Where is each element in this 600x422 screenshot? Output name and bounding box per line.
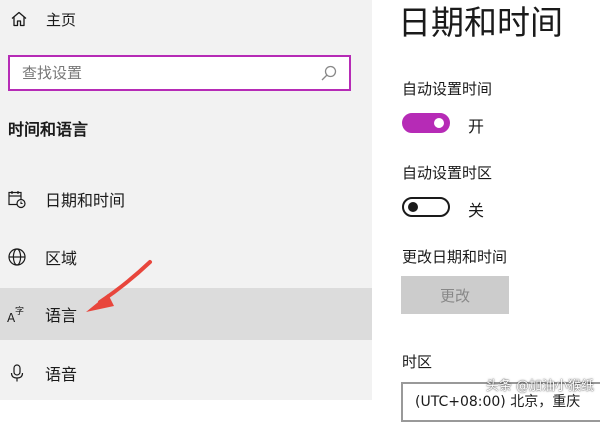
watermark: 头条 @加油小猴纸 — [485, 379, 594, 394]
sidebar-item-label: 区域 — [45, 249, 78, 268]
change-button[interactable]: 更改 — [401, 276, 509, 314]
toggle-knob — [408, 202, 418, 212]
search-box[interactable] — [8, 55, 351, 91]
home-label: 主页 — [46, 10, 77, 29]
sidebar-item-speech[interactable]: 语音 — [0, 349, 372, 397]
search-input[interactable] — [10, 56, 317, 90]
sidebar-item-label: 语音 — [45, 365, 78, 384]
home-icon — [8, 8, 30, 30]
globe-icon — [6, 246, 28, 268]
sidebar: 主页 时间和语言 日期和时间 区域 A字 语言 语音 — [0, 0, 372, 400]
sidebar-item-region[interactable]: 区域 — [0, 233, 372, 281]
change-datetime-label: 更改日期和时间 — [402, 248, 508, 266]
home-link[interactable]: 主页 — [8, 6, 208, 32]
timezone-label: 时区 — [402, 353, 433, 371]
auto-time-state: 开 — [468, 117, 485, 136]
sidebar-item-date-time[interactable]: 日期和时间 — [0, 175, 372, 223]
language-icon: A字 — [6, 303, 28, 325]
page-title: 日期和时间 — [398, 3, 563, 42]
section-title: 时间和语言 — [8, 120, 89, 139]
auto-time-label: 自动设置时间 — [402, 80, 493, 98]
auto-timezone-state: 关 — [468, 201, 485, 220]
sidebar-item-language[interactable]: A字 语言 — [0, 288, 372, 340]
main-panel: 日期和时间 自动设置时间 开 自动设置时区 关 更改日期和时间 更改 时区 (U… — [372, 0, 600, 422]
toggle-knob — [434, 118, 444, 128]
auto-timezone-label: 自动设置时区 — [402, 164, 493, 182]
auto-time-toggle[interactable] — [402, 113, 450, 133]
auto-timezone-toggle[interactable] — [402, 197, 450, 217]
microphone-icon — [6, 362, 28, 384]
calendar-clock-icon — [6, 188, 28, 210]
sidebar-item-label: 日期和时间 — [45, 191, 126, 210]
svg-text:字: 字 — [15, 305, 24, 317]
search-icon[interactable] — [317, 61, 341, 85]
sidebar-item-label: 语言 — [45, 306, 78, 325]
